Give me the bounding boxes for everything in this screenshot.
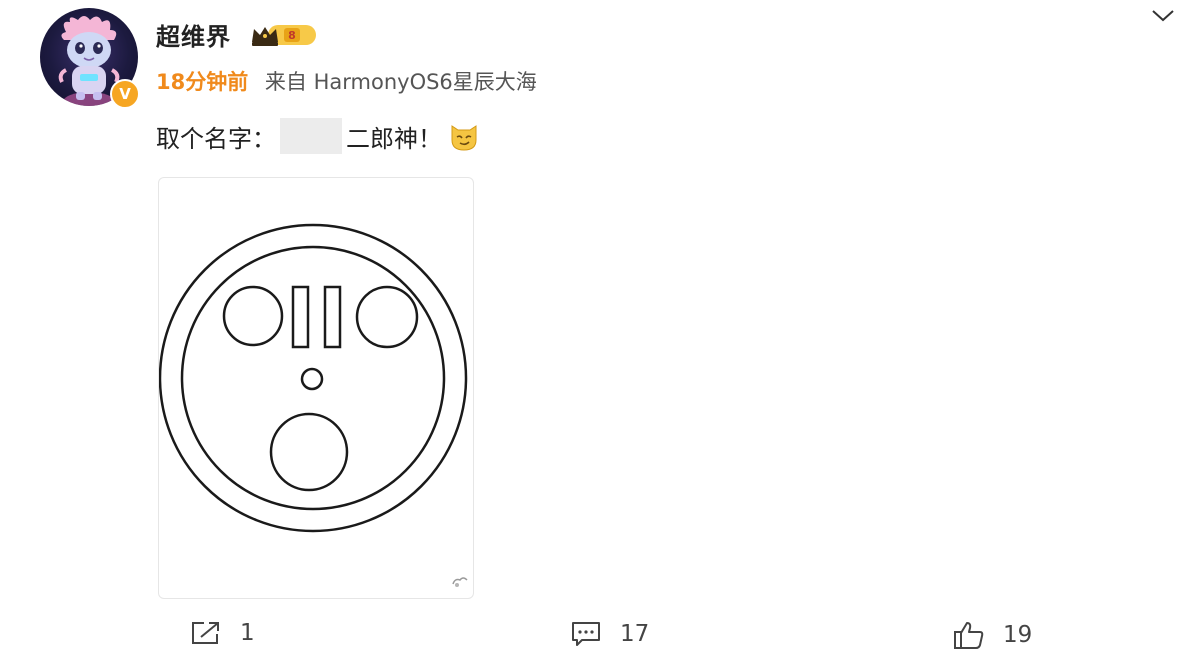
inner-ring — [180, 245, 446, 511]
weibo-post: V 超维界 8 18分钟前 来自 HarmonyOS6星辰大海 取个名字： 二郎… — [0, 0, 1200, 656]
thumbs-up-icon — [954, 622, 984, 649]
vip-crown-badge-icon[interactable]: 8 — [250, 22, 320, 48]
outer-ring — [159, 223, 468, 533]
post-text-part-1: 取个名字： — [156, 124, 276, 153]
repost-button[interactable]: 1 — [190, 620, 255, 646]
post-time[interactable]: 18分钟前 — [156, 70, 248, 94]
vip-level: 8 — [288, 29, 296, 42]
expand-image-icon[interactable] — [451, 574, 469, 588]
post-text: 取个名字： 二郎神！ — [156, 118, 480, 154]
chevron-down-icon[interactable] — [1148, 6, 1178, 26]
verified-v-icon: V — [110, 79, 140, 109]
smirk-cat-emoji-icon — [451, 125, 477, 151]
left-eye — [222, 285, 284, 347]
repost-count: 1 — [240, 620, 255, 646]
right-bar — [323, 285, 342, 349]
username[interactable]: 超维界 — [156, 17, 231, 52]
comment-count: 17 — [620, 621, 650, 647]
post-text-part-2: 二郎神！ — [346, 124, 442, 153]
right-eye — [355, 285, 419, 349]
nose — [300, 367, 324, 391]
post-source[interactable]: 来自 HarmonyOS6星辰大海 — [265, 70, 537, 94]
post-meta: 18分钟前 来自 HarmonyOS6星辰大海 — [156, 66, 537, 96]
like-count: 19 — [1003, 622, 1033, 648]
face-drawing-image — [159, 223, 468, 533]
post-image[interactable] — [158, 177, 474, 599]
comment-button[interactable]: 17 — [570, 620, 649, 648]
share-icon — [192, 622, 219, 644]
comment-icon — [572, 622, 600, 646]
mouth — [269, 412, 349, 492]
left-bar — [291, 285, 310, 349]
like-button[interactable]: 19 — [953, 620, 1032, 650]
redacted-block — [280, 118, 342, 154]
